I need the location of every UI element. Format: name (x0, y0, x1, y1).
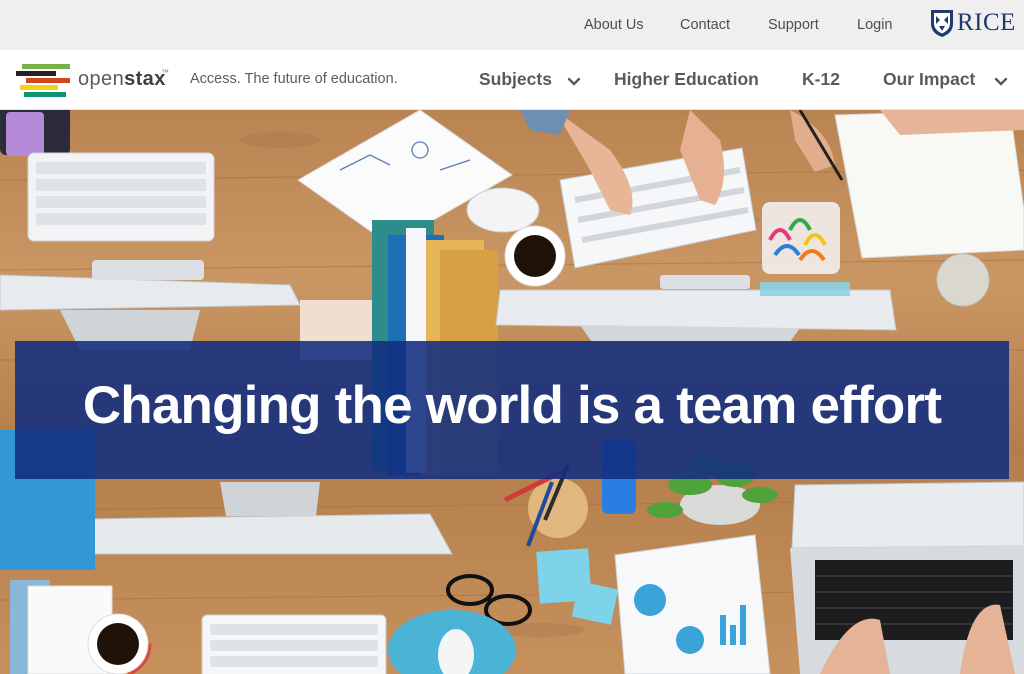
nav-higher-education[interactable]: Higher Education (614, 69, 759, 90)
hero-section: Changing the world is a team effort (0, 110, 1024, 674)
openstax-book-stack-icon (16, 64, 70, 97)
support-link[interactable]: Support (768, 17, 819, 33)
chevron-down-icon[interactable] (994, 77, 1008, 87)
utility-bar: About Us Contact Support Login RICE (0, 0, 1024, 50)
rice-logo-text: RICE (957, 9, 1016, 36)
rice-shield-icon (931, 10, 953, 37)
nav-k-12[interactable]: K-12 (802, 69, 840, 90)
rice-logo[interactable]: RICE (930, 8, 1016, 40)
openstax-wordmark: openstax (78, 68, 166, 90)
openstax-logo[interactable]: openstax ™ (16, 61, 169, 99)
nav-subjects[interactable]: Subjects (479, 69, 552, 90)
login-link[interactable]: Login (857, 17, 892, 33)
main-navigation: openstax ™ Access. The future of educati… (0, 50, 1024, 110)
hero-headline: Changing the world is a team effort (82, 376, 942, 435)
contact-link[interactable]: Contact (680, 17, 730, 33)
nav-our-impact[interactable]: Our Impact (883, 69, 975, 90)
hero-banner: Changing the world is a team effort (15, 341, 1009, 479)
chevron-down-icon[interactable] (567, 77, 581, 87)
brand-tagline: Access. The future of education. (190, 71, 398, 87)
trademark-symbol: ™ (161, 68, 169, 77)
about-us-link[interactable]: About Us (584, 17, 644, 33)
